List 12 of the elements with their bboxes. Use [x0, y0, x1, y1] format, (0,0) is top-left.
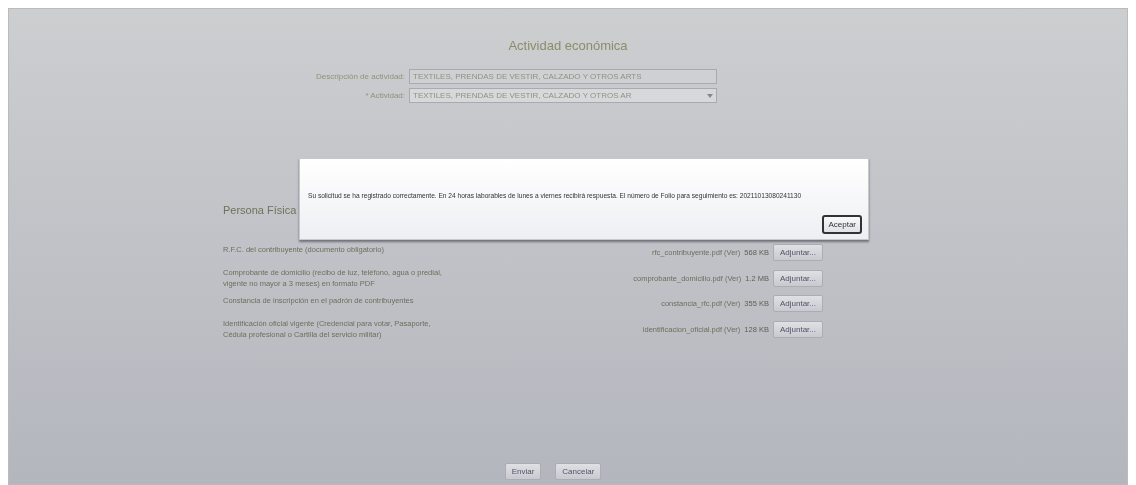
field-label: Descripción de actividad: [316, 72, 405, 81]
attach-button[interactable]: Adjuntar... [772, 295, 823, 312]
form-button[interactable]: Cancelar [555, 463, 602, 480]
field-label: * Actividad: [365, 91, 405, 100]
accept-button[interactable]: Aceptar [822, 215, 862, 234]
attach-button[interactable]: Adjuntar... [772, 320, 823, 338]
caret-icon [707, 93, 713, 98]
attach-button[interactable]: Adjuntar... [772, 269, 823, 287]
attach-button[interactable]: Adjuntar... [772, 244, 823, 261]
section-title: Actividad económica [508, 38, 628, 53]
section-heading: Persona Física [223, 204, 297, 216]
form-button[interactable]: Enviar [504, 463, 542, 480]
